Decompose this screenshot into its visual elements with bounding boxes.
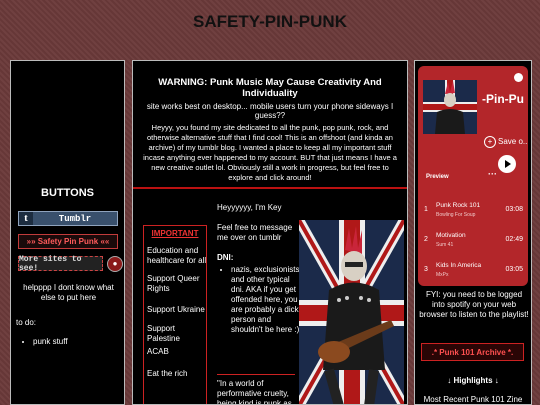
punk-101-archive-button[interactable]: .* Punk 101 Archive *. bbox=[421, 343, 524, 361]
important-item: Support Palestine bbox=[147, 324, 180, 343]
track-artist: Sum 41 bbox=[436, 242, 454, 248]
important-item: Eat the rich bbox=[147, 369, 188, 378]
more-options-button[interactable]: ··· bbox=[488, 169, 497, 179]
more-sites-badge-button[interactable]: More sites to see! bbox=[18, 255, 103, 273]
buttons-heading: BUTTONS bbox=[41, 187, 94, 199]
right-sidebar: -Pin-Pu + Save o... Preview ··· 1 Punk R… bbox=[414, 60, 532, 405]
track-duration: 02:49 bbox=[505, 236, 523, 243]
track-artist: Bowling For Soup bbox=[436, 212, 476, 218]
playlist-cover-image bbox=[423, 80, 477, 134]
track-number: 2 bbox=[424, 236, 428, 243]
important-item: Support Ukraine bbox=[147, 305, 205, 314]
track-row[interactable]: 3 Kids In America MxPx 03:05 bbox=[418, 262, 528, 282]
plus-icon[interactable]: + bbox=[484, 136, 496, 148]
warning-title: WARNING: Punk Music May Cause Creativity… bbox=[158, 77, 382, 99]
safety-pin-punk-badge-button[interactable]: »» Safety Pin Punk «« bbox=[18, 234, 118, 249]
todo-list: punk stuff bbox=[23, 337, 68, 346]
track-title: Punk Rock 101 bbox=[436, 202, 481, 209]
site-title: SAFETY-PIN-PUNK bbox=[193, 12, 347, 31]
important-item: Support Queer Rights bbox=[147, 274, 200, 293]
track-number: 1 bbox=[424, 206, 428, 213]
quote-text: "In a world of performative cruelty, bei… bbox=[217, 374, 295, 404]
track-row[interactable]: 1 Punk Rock 101 Bowling For Soup 03:08 bbox=[418, 202, 528, 222]
track-artist: MxPx bbox=[436, 272, 449, 278]
track-duration: 03:05 bbox=[505, 266, 523, 273]
main-content: WARNING: Punk Music May Cause Creativity… bbox=[132, 60, 408, 405]
dni-label: DNI: bbox=[217, 253, 234, 262]
intro-text: Heyyy, you found my site dedicated to al… bbox=[143, 123, 397, 182]
warning-subtitle: site works best on desktop... mobile use… bbox=[146, 102, 394, 120]
record-icon[interactable]: ● bbox=[107, 256, 123, 272]
list-item: nazis, exclusionists, and other typical … bbox=[231, 265, 303, 335]
greeting-text: Heyyyyyy, I'm Key bbox=[217, 203, 282, 212]
track-title: Kids In America bbox=[436, 262, 482, 269]
preview-label: Preview bbox=[426, 174, 449, 180]
left-sidebar: BUTTONS t Tumblr »» Safety Pin Punk «« M… bbox=[10, 60, 125, 405]
punk-guitarist-image bbox=[299, 220, 404, 404]
play-button[interactable] bbox=[498, 155, 516, 173]
message-note: Feel free to message me over on tumblr bbox=[217, 223, 293, 242]
track-row[interactable]: 2 Motivation Sum 41 02:49 bbox=[418, 232, 528, 252]
spotify-login-note: FYI: you need to be logged into spotify … bbox=[419, 290, 529, 319]
tumblr-icon: t bbox=[19, 212, 33, 225]
dni-list: nazis, exclusionists, and other typical … bbox=[221, 265, 303, 335]
playlist-title: -Pin-Pu bbox=[482, 92, 524, 106]
warning-panel: WARNING: Punk Music May Cause Creativity… bbox=[133, 61, 407, 189]
list-item: punk stuff bbox=[33, 337, 68, 346]
help-text: helpppp I dont know what else to put her… bbox=[23, 283, 114, 302]
track-duration: 03:08 bbox=[505, 206, 523, 213]
highlights-heading: ↓ Highlights ↓ bbox=[447, 376, 499, 385]
spotify-logo-icon bbox=[514, 73, 523, 82]
important-heading: IMPORTANT bbox=[151, 229, 199, 238]
spotify-embed[interactable]: -Pin-Pu + Save o... Preview ··· 1 Punk R… bbox=[418, 66, 528, 286]
track-number: 3 bbox=[424, 266, 428, 273]
track-title: Motivation bbox=[436, 232, 466, 239]
tumblr-badge-button[interactable]: t Tumblr bbox=[18, 211, 118, 226]
save-button[interactable]: Save o... bbox=[498, 137, 528, 146]
tumblr-badge-label: Tumblr bbox=[58, 213, 92, 224]
important-item: ACAB bbox=[147, 347, 169, 356]
todo-label: to do: bbox=[16, 318, 37, 327]
important-item: Education and healthcare for all bbox=[147, 246, 207, 265]
important-box: IMPORTANT Education and healthcare for a… bbox=[143, 225, 207, 404]
recent-zine-link[interactable]: Most Recent Punk 101 Zine bbox=[415, 395, 531, 404]
